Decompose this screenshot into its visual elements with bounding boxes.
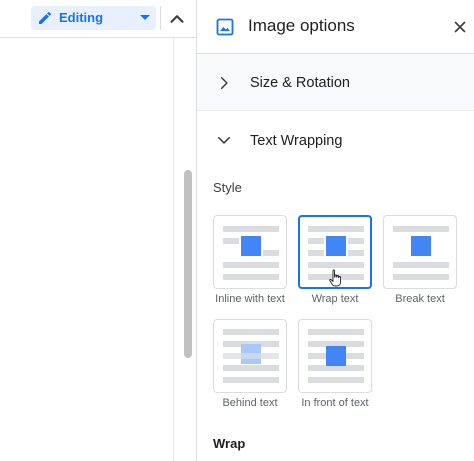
image-block [326, 346, 346, 366]
wrap-option-inline-label: Inline with text [215, 293, 285, 305]
document-scrollbar[interactable] [184, 170, 192, 358]
text-line [308, 329, 364, 335]
panel-header: Image options [197, 0, 474, 54]
image-block [411, 236, 431, 256]
editing-mode-button[interactable]: Editing [31, 6, 156, 30]
wrap-option-break-text-label: Break text [395, 293, 445, 305]
image-block [326, 236, 346, 256]
text-line [308, 377, 364, 383]
text-line [223, 274, 279, 280]
chevron-up-icon[interactable] [166, 8, 188, 30]
chevron-right-icon [220, 76, 228, 90]
text-wrapping-label: Text Wrapping [250, 133, 343, 149]
text-line [223, 226, 279, 232]
text-line [393, 226, 449, 232]
image-block [241, 236, 261, 256]
text-line [393, 262, 449, 268]
document-page-edge [173, 38, 174, 461]
pencil-icon [39, 11, 52, 24]
close-icon[interactable] [451, 18, 469, 36]
text-line [263, 250, 279, 256]
text-line [223, 329, 279, 335]
text-line [308, 226, 364, 232]
text-wrapping-header[interactable]: Text Wrapping [197, 112, 474, 168]
size-rotation-section[interactable]: Size & Rotation [197, 55, 474, 111]
text-line [223, 238, 239, 244]
wrap-option-in-front-of-text-label: In front of text [301, 397, 369, 409]
wrap-option-in-front-of-text[interactable] [298, 319, 372, 393]
text-line [223, 365, 279, 371]
wrap-section-label: Wrap [213, 436, 246, 451]
chevron-down-icon [217, 136, 231, 144]
text-line [223, 262, 279, 268]
document-toolbar: Editing [0, 0, 196, 38]
panel-title: Image options [248, 16, 355, 35]
toolbar-divider [160, 6, 161, 30]
style-label: Style [213, 180, 242, 195]
text-line [308, 238, 324, 244]
text-line [223, 353, 279, 359]
text-line [308, 262, 364, 268]
text-line [223, 377, 279, 383]
wrap-option-break-text[interactable] [383, 215, 457, 289]
image-options-panel: Image options Size & Rotation Text Wrapp… [196, 0, 474, 461]
hand-cursor-icon [329, 269, 341, 287]
text-wrapping-section: Text Wrapping Style Inline with text Wra… [197, 112, 474, 461]
wrap-option-wrap-text-label: Wrap text [311, 293, 359, 305]
wrap-option-inline[interactable] [213, 215, 287, 289]
text-line [348, 250, 364, 256]
text-line [308, 250, 324, 256]
text-line [393, 274, 449, 280]
size-rotation-label: Size & Rotation [250, 75, 350, 91]
image-icon [216, 18, 234, 36]
document-area: Editing [0, 0, 196, 461]
editing-mode-label: Editing [59, 10, 104, 25]
wrap-option-behind-text-label: Behind text [222, 397, 278, 409]
wrap-option-behind-text[interactable] [213, 319, 287, 393]
text-line [348, 238, 364, 244]
chevron-down-icon [140, 15, 150, 20]
wrap-option-wrap-text[interactable] [298, 215, 372, 289]
